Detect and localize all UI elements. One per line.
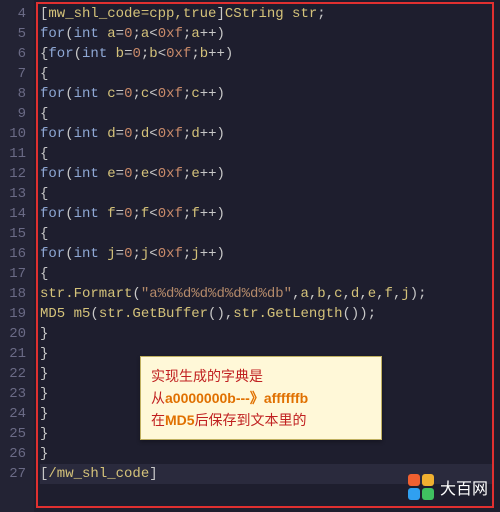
line-number: 13 bbox=[4, 184, 26, 204]
line-number: 21 bbox=[4, 344, 26, 364]
line-number: 6 bbox=[4, 44, 26, 64]
code-line: {for(int b=0;b<0xf;b++) bbox=[40, 44, 494, 64]
line-number: 5 bbox=[4, 24, 26, 44]
line-number: 20 bbox=[4, 324, 26, 344]
line-number: 24 bbox=[4, 404, 26, 424]
line-number: 22 bbox=[4, 364, 26, 384]
line-number: 15 bbox=[4, 224, 26, 244]
note-line: 在MD5后保存到文本里的 bbox=[151, 409, 371, 431]
watermark-logo-icon bbox=[408, 474, 434, 500]
code-line: { bbox=[40, 224, 494, 244]
code-line: } bbox=[40, 444, 494, 464]
code-line: } bbox=[40, 324, 494, 344]
line-number: 25 bbox=[4, 424, 26, 444]
code-line: MD5 m5(str.GetBuffer(),str.GetLength()); bbox=[40, 304, 494, 324]
line-number: 19 bbox=[4, 304, 26, 324]
code-line: { bbox=[40, 184, 494, 204]
watermark-text: 大百网 bbox=[440, 475, 488, 499]
line-number: 17 bbox=[4, 264, 26, 284]
code-line: { bbox=[40, 144, 494, 164]
line-number-gutter: 4567891011121314151617181920212223242526… bbox=[0, 0, 34, 512]
code-line: for(int c=0;c<0xf;c++) bbox=[40, 84, 494, 104]
note-line: 实现生成的字典是 bbox=[151, 365, 371, 387]
line-number: 8 bbox=[4, 84, 26, 104]
line-number: 12 bbox=[4, 164, 26, 184]
code-line: for(int e=0;e<0xf;e++) bbox=[40, 164, 494, 184]
code-line: for(int f=0;f<0xf;f++) bbox=[40, 204, 494, 224]
code-line: for(int j=0;j<0xf;j++) bbox=[40, 244, 494, 264]
code-line: [mw_shl_code=cpp,true]CString str; bbox=[40, 4, 494, 24]
watermark: 大百网 bbox=[408, 474, 488, 500]
line-number: 26 bbox=[4, 444, 26, 464]
note-line: 从a0000000b---》affffffb bbox=[151, 387, 371, 409]
line-number: 23 bbox=[4, 384, 26, 404]
line-number: 11 bbox=[4, 144, 26, 164]
code-line: { bbox=[40, 64, 494, 84]
line-number: 18 bbox=[4, 284, 26, 304]
line-number: 7 bbox=[4, 64, 26, 84]
annotation-note: 实现生成的字典是 从a0000000b---》affffffb 在MD5后保存到… bbox=[140, 356, 382, 440]
code-line: { bbox=[40, 104, 494, 124]
line-number: 16 bbox=[4, 244, 26, 264]
line-number: 27 bbox=[4, 464, 26, 484]
line-number: 9 bbox=[4, 104, 26, 124]
line-number: 4 bbox=[4, 4, 26, 24]
line-number: 10 bbox=[4, 124, 26, 144]
code-line: for(int a=0;a<0xf;a++) bbox=[40, 24, 494, 44]
code-line: { bbox=[40, 264, 494, 284]
code-line: str.Formart("a%d%d%d%d%d%d%db",a,b,c,d,e… bbox=[40, 284, 494, 304]
line-number: 14 bbox=[4, 204, 26, 224]
code-line: for(int d=0;d<0xf;d++) bbox=[40, 124, 494, 144]
